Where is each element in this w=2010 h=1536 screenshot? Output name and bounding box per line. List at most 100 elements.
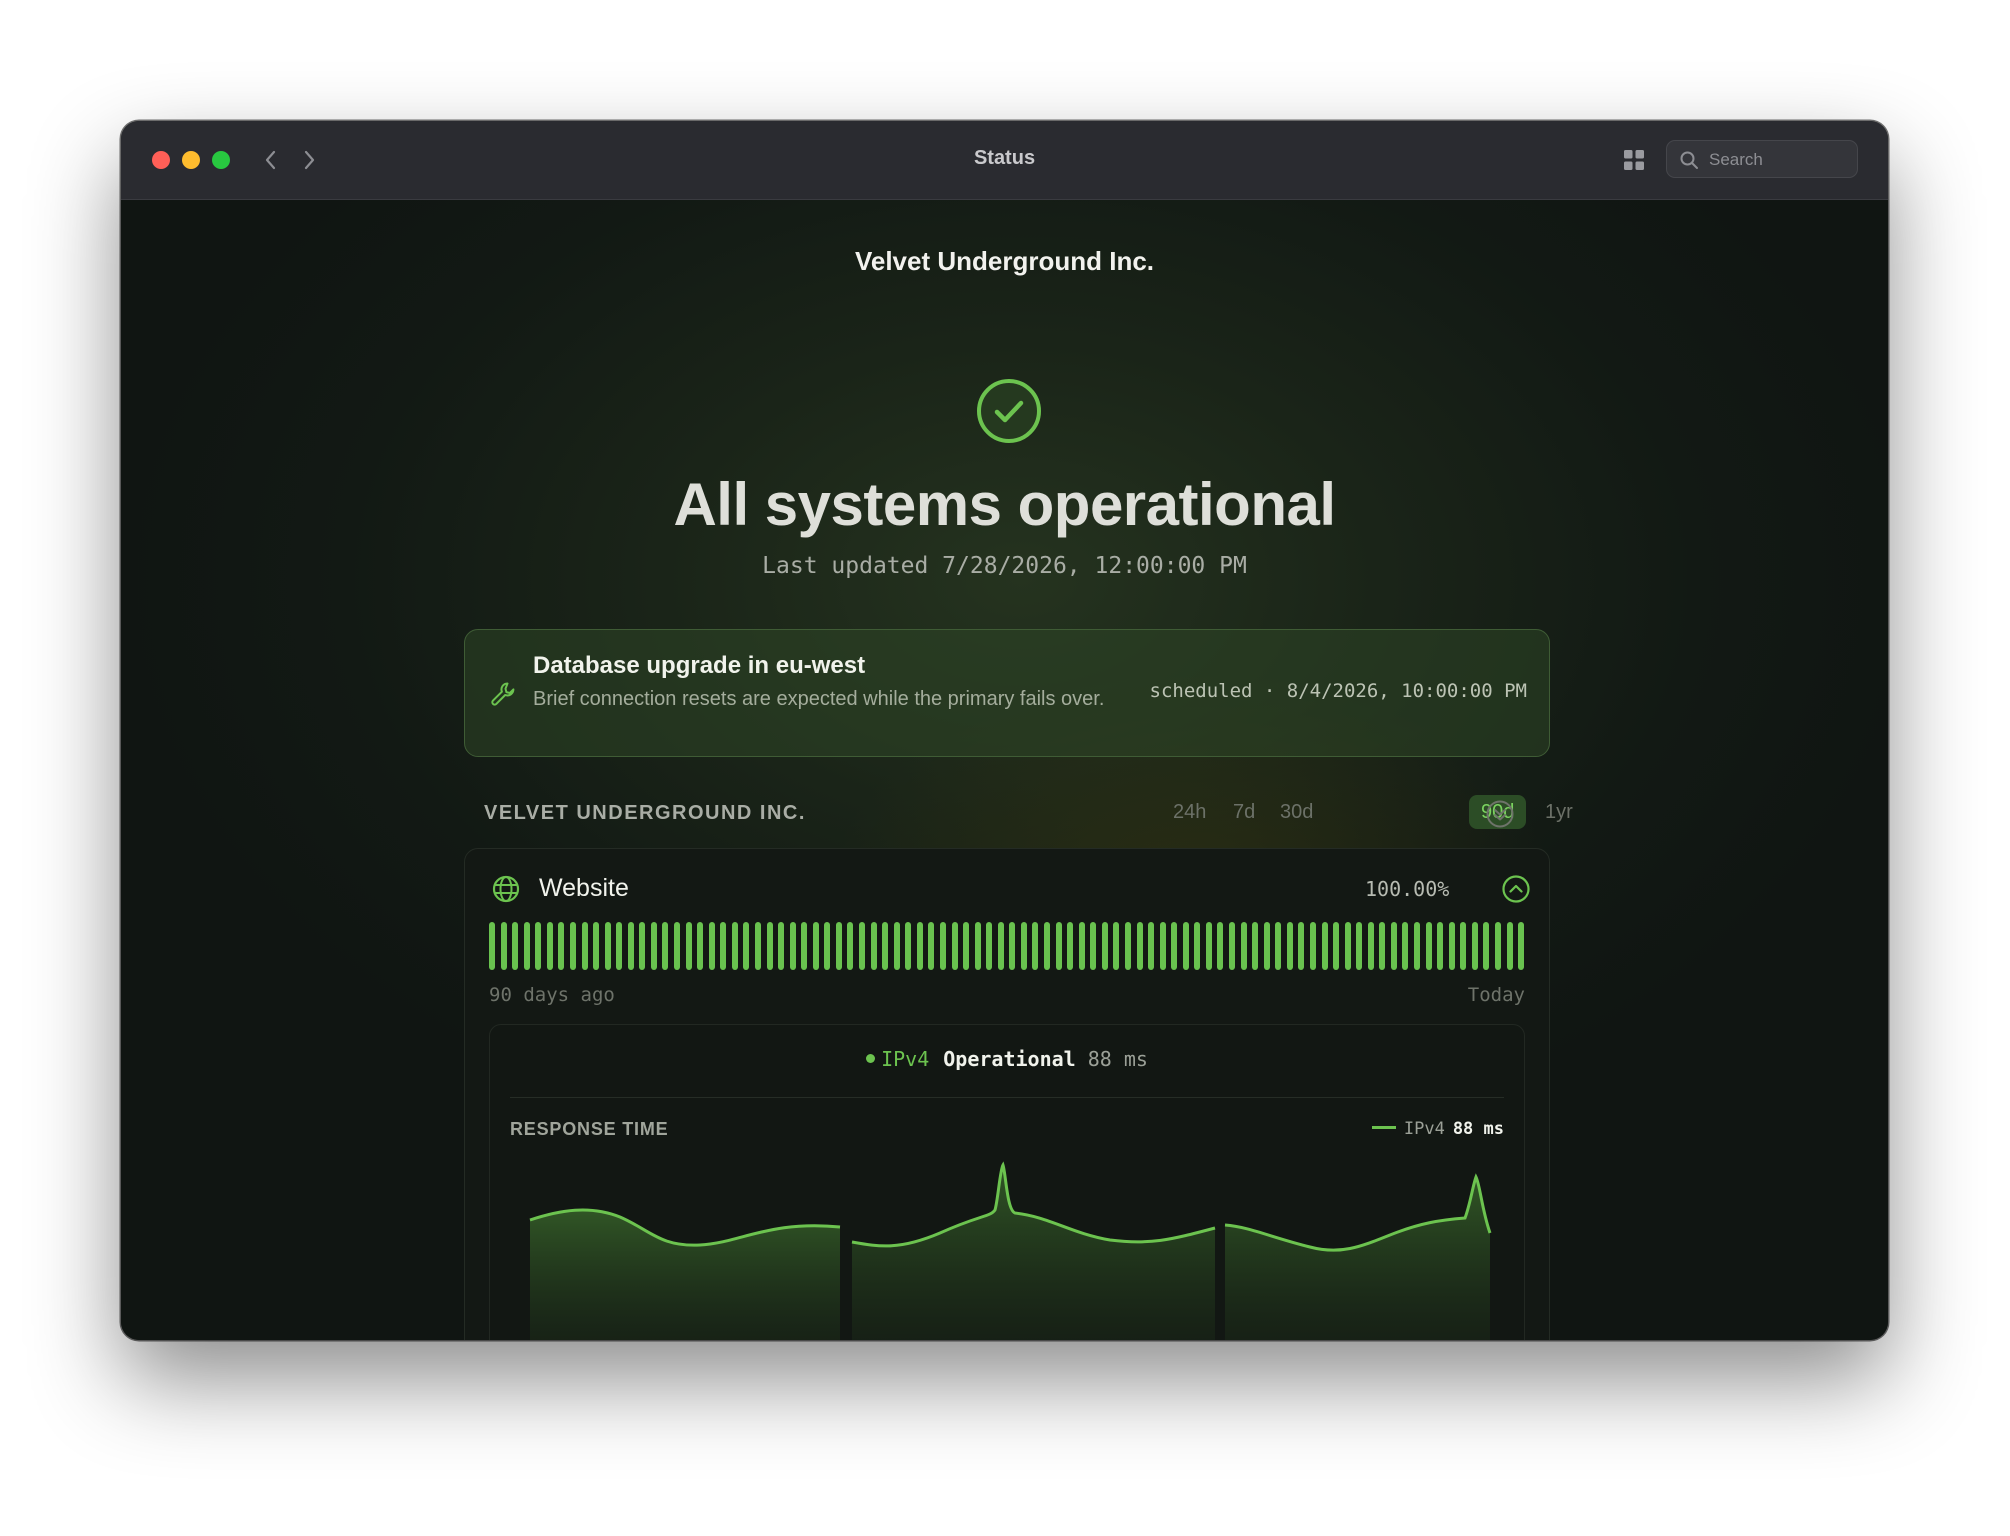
uptime-day-bar[interactable] bbox=[1240, 922, 1247, 970]
uptime-day-bar[interactable] bbox=[1009, 922, 1016, 970]
uptime-day-bar[interactable] bbox=[604, 922, 611, 970]
uptime-day-bar[interactable] bbox=[1159, 922, 1166, 970]
uptime-day-bar[interactable] bbox=[778, 922, 785, 970]
uptime-day-bar[interactable] bbox=[708, 922, 715, 970]
uptime-day-bar[interactable] bbox=[1448, 922, 1455, 970]
uptime-day-bar[interactable] bbox=[627, 922, 634, 970]
uptime-day-bar[interactable] bbox=[1344, 922, 1351, 970]
uptime-day-bar[interactable] bbox=[882, 922, 889, 970]
uptime-day-bar[interactable] bbox=[1518, 922, 1525, 970]
uptime-day-bar[interactable] bbox=[1182, 922, 1189, 970]
uptime-day-bar[interactable] bbox=[835, 922, 842, 970]
uptime-day-bar[interactable] bbox=[512, 922, 519, 970]
uptime-day-bar[interactable] bbox=[939, 922, 946, 970]
uptime-day-bar[interactable] bbox=[1460, 922, 1467, 970]
uptime-day-bar[interactable] bbox=[1171, 922, 1178, 970]
uptime-day-bar[interactable] bbox=[1020, 922, 1027, 970]
uptime-day-bar[interactable] bbox=[1124, 922, 1131, 970]
range-tab-1yr[interactable]: 1yr bbox=[1533, 795, 1585, 829]
uptime-day-bar[interactable] bbox=[1148, 922, 1155, 970]
uptime-day-bar[interactable] bbox=[731, 922, 738, 970]
uptime-day-bar[interactable] bbox=[569, 922, 576, 970]
range-tab-30d[interactable]: 30d bbox=[1268, 795, 1325, 829]
uptime-day-bar[interactable] bbox=[1471, 922, 1478, 970]
uptime-day-bar[interactable] bbox=[650, 922, 657, 970]
uptime-day-bar[interactable] bbox=[1437, 922, 1444, 970]
uptime-day-bar[interactable] bbox=[616, 922, 623, 970]
uptime-day-bar[interactable] bbox=[1205, 922, 1212, 970]
uptime-day-bar[interactable] bbox=[581, 922, 588, 970]
uptime-day-bar[interactable] bbox=[1067, 922, 1074, 970]
uptime-day-bar[interactable] bbox=[997, 922, 1004, 970]
uptime-day-bar[interactable] bbox=[801, 922, 808, 970]
uptime-day-bar[interactable] bbox=[1263, 922, 1270, 970]
uptime-day-bar[interactable] bbox=[1379, 922, 1386, 970]
uptime-day-bar[interactable] bbox=[789, 922, 796, 970]
maintenance-notice[interactable]: Database upgrade in eu-west Brief connec… bbox=[464, 629, 1550, 757]
uptime-day-bar[interactable] bbox=[535, 922, 542, 970]
uptime-day-bar[interactable] bbox=[697, 922, 704, 970]
uptime-day-bar[interactable] bbox=[1136, 922, 1143, 970]
uptime-day-bar[interactable] bbox=[1367, 922, 1374, 970]
uptime-day-bar[interactable] bbox=[1425, 922, 1432, 970]
uptime-day-bar[interactable] bbox=[593, 922, 600, 970]
uptime-day-bar[interactable] bbox=[847, 922, 854, 970]
uptime-day-bar[interactable] bbox=[1090, 922, 1097, 970]
uptime-day-bar[interactable] bbox=[523, 922, 530, 970]
uptime-day-bar[interactable] bbox=[1414, 922, 1420, 970]
uptime-day-bar[interactable] bbox=[812, 922, 819, 970]
uptime-day-bar[interactable] bbox=[1032, 922, 1039, 970]
uptime-day-bar[interactable] bbox=[743, 922, 750, 970]
search-input[interactable] bbox=[1707, 141, 1851, 179]
uptime-day-bar[interactable] bbox=[1055, 922, 1062, 970]
uptime-day-bar[interactable] bbox=[974, 922, 981, 970]
uptime-day-bar[interactable] bbox=[674, 922, 680, 970]
uptime-day-bar[interactable] bbox=[558, 922, 565, 970]
uptime-day-bar[interactable] bbox=[824, 922, 831, 970]
uptime-day-bar[interactable] bbox=[951, 922, 958, 970]
uptime-day-bar[interactable] bbox=[893, 922, 900, 970]
uptime-day-bar[interactable] bbox=[1286, 922, 1293, 970]
uptime-day-bar[interactable] bbox=[1321, 922, 1328, 970]
uptime-day-bar[interactable] bbox=[1078, 922, 1085, 970]
uptime-day-bar[interactable] bbox=[766, 922, 773, 970]
uptime-day-bar[interactable] bbox=[870, 922, 877, 970]
expand-all-icon[interactable] bbox=[1485, 799, 1515, 829]
uptime-day-bar[interactable] bbox=[639, 922, 646, 970]
uptime-day-bar[interactable] bbox=[720, 922, 727, 970]
uptime-day-bar[interactable] bbox=[1483, 922, 1490, 970]
uptime-day-bar[interactable] bbox=[905, 922, 912, 970]
uptime-day-bar[interactable] bbox=[1275, 922, 1282, 970]
uptime-day-bar[interactable] bbox=[1044, 922, 1050, 970]
uptime-day-bar[interactable] bbox=[1252, 922, 1259, 970]
grid-view-button[interactable] bbox=[1622, 148, 1646, 172]
uptime-day-bar[interactable] bbox=[489, 922, 495, 970]
uptime-day-bar[interactable] bbox=[754, 922, 761, 970]
uptime-day-bar[interactable] bbox=[685, 922, 692, 970]
search-box[interactable] bbox=[1666, 140, 1858, 179]
uptime-day-bar[interactable] bbox=[986, 922, 993, 970]
uptime-day-bar[interactable] bbox=[1101, 922, 1108, 970]
uptime-day-bar[interactable] bbox=[1217, 922, 1224, 970]
uptime-day-bar[interactable] bbox=[662, 922, 669, 970]
uptime-day-bar[interactable] bbox=[1113, 922, 1120, 970]
uptime-day-bar[interactable] bbox=[963, 922, 970, 970]
uptime-day-bar[interactable] bbox=[546, 922, 553, 970]
uptime-day-bar[interactable] bbox=[1402, 922, 1409, 970]
uptime-day-bar[interactable] bbox=[1333, 922, 1340, 970]
uptime-day-bar[interactable] bbox=[1506, 922, 1513, 970]
uptime-day-bar[interactable] bbox=[1309, 922, 1316, 970]
uptime-day-bar[interactable] bbox=[1229, 922, 1235, 970]
range-tab-7d[interactable]: 7d bbox=[1221, 795, 1267, 829]
range-tab-24h[interactable]: 24h bbox=[1161, 795, 1218, 829]
uptime-day-bar[interactable] bbox=[500, 922, 507, 970]
uptime-day-bar[interactable] bbox=[928, 922, 935, 970]
uptime-day-bar[interactable] bbox=[1390, 922, 1397, 970]
uptime-day-bar[interactable] bbox=[859, 922, 865, 970]
uptime-day-bar[interactable] bbox=[1494, 922, 1501, 970]
uptime-day-bar[interactable] bbox=[916, 922, 923, 970]
uptime-day-bar[interactable] bbox=[1194, 922, 1201, 970]
chevron-up-icon[interactable] bbox=[1501, 874, 1531, 904]
uptime-day-bar[interactable] bbox=[1298, 922, 1305, 970]
uptime-day-bar[interactable] bbox=[1356, 922, 1363, 970]
